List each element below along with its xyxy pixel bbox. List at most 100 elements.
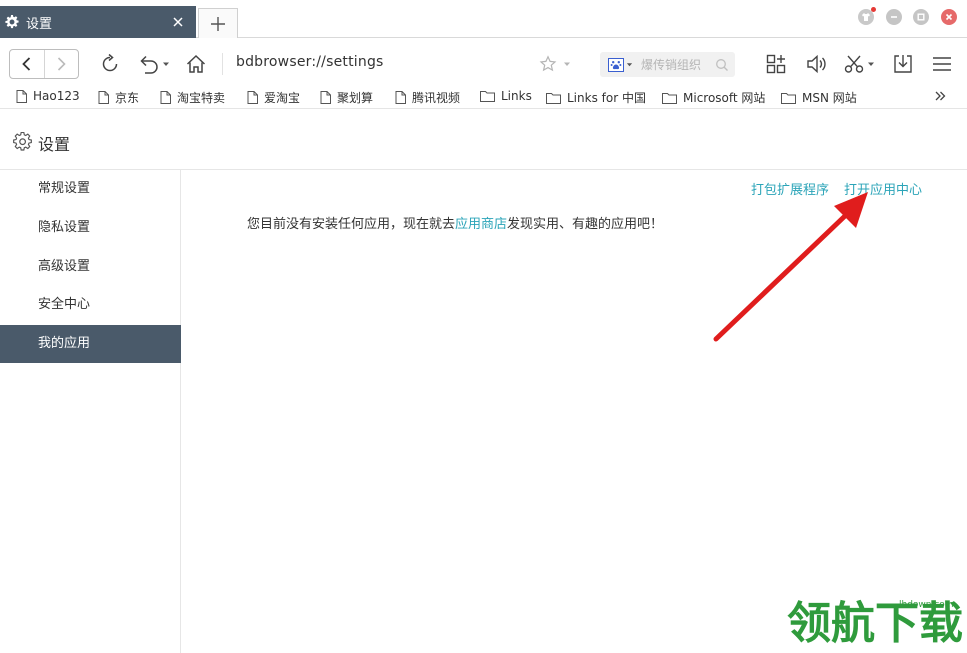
star-icon xyxy=(539,55,557,72)
apps-button[interactable] xyxy=(763,52,789,76)
shirt-icon xyxy=(862,13,870,21)
settings-header: 设置 xyxy=(0,110,967,170)
download-icon xyxy=(894,55,912,73)
bookmark-folder[interactable]: Links xyxy=(480,89,532,103)
maximize-icon xyxy=(917,13,925,21)
folder-icon xyxy=(546,92,561,104)
screenshot-button[interactable] xyxy=(841,52,877,76)
bookmark-label: 爱淘宝 xyxy=(264,91,301,105)
search-icon[interactable] xyxy=(715,58,729,72)
page-icon xyxy=(98,91,109,104)
pack-extension-link[interactable]: 打包扩展程序 xyxy=(751,179,829,198)
bookmark-item[interactable]: 聚划算 xyxy=(320,89,373,106)
bookmarks-overflow-button[interactable] xyxy=(934,90,952,102)
bookmark-item[interactable]: 爱淘宝 xyxy=(247,89,300,106)
gear-icon xyxy=(5,15,19,29)
settings-sidebar: 常规设置 隐私设置 高级设置 安全中心 我的应用 xyxy=(0,170,181,653)
download-button[interactable] xyxy=(890,52,916,76)
bookmark-label: 聚划算 xyxy=(337,91,374,105)
bookmark-item[interactable]: 淘宝特卖 xyxy=(160,89,225,106)
forward-button[interactable] xyxy=(43,50,79,78)
open-app-center-link[interactable]: 打开应用中心 xyxy=(844,179,922,198)
bookmark-folder[interactable]: Microsoft 网站 xyxy=(662,89,765,106)
gear-icon xyxy=(13,132,32,151)
minimize-button[interactable] xyxy=(886,9,902,25)
sound-button[interactable] xyxy=(803,52,829,76)
speaker-icon xyxy=(807,54,826,74)
page-icon xyxy=(160,91,171,104)
page-icon xyxy=(395,91,406,104)
caret-down-icon xyxy=(626,63,633,67)
page-icon xyxy=(247,91,258,104)
toolbar-divider xyxy=(222,53,223,75)
bookmark-label: MSN 网站 xyxy=(802,91,857,105)
scissors-icon xyxy=(844,55,864,73)
bookmark-label: Links for 中国 xyxy=(567,91,646,105)
chevron-right-icon xyxy=(58,57,66,71)
address-bar[interactable]: bdbrowser://settings xyxy=(236,54,384,70)
empty-apps-message: 您目前没有安装任何应用，现在就去应用商店发现实用、有趣的应用吧！ xyxy=(247,213,663,232)
menu-button[interactable] xyxy=(929,52,955,76)
bookmark-folder[interactable]: MSN 网站 xyxy=(781,89,857,106)
search-input[interactable] xyxy=(641,57,709,72)
close-tab-icon[interactable] xyxy=(171,15,185,29)
app-store-link[interactable]: 应用商店 xyxy=(455,217,507,232)
bookmark-star-button[interactable] xyxy=(536,52,574,76)
close-window-button[interactable] xyxy=(941,9,957,25)
folder-icon xyxy=(480,91,495,102)
bookmark-label: Links xyxy=(501,89,532,103)
bookmark-item[interactable]: 腾讯视频 xyxy=(395,89,460,106)
plus-icon xyxy=(211,16,225,31)
bookmark-label: 腾讯视频 xyxy=(412,91,461,105)
minimize-icon xyxy=(891,16,897,18)
bookmark-item[interactable]: 京东 xyxy=(98,89,139,106)
sidebar-item-privacy[interactable]: 隐私设置 xyxy=(0,209,181,247)
sidebar-item-advanced[interactable]: 高级设置 xyxy=(0,248,181,286)
page-icon xyxy=(320,91,331,104)
baidu-paw-icon[interactable] xyxy=(608,57,624,72)
double-chevron-right-icon xyxy=(935,91,946,101)
chevron-left-icon xyxy=(21,57,30,71)
bookmark-label: 淘宝特卖 xyxy=(177,91,226,105)
empty-message-suffix: 发现实用、有趣的应用吧！ xyxy=(507,217,664,232)
tab-title: 设置 xyxy=(26,16,53,32)
folder-icon xyxy=(781,92,796,104)
caret-down-icon xyxy=(163,62,169,66)
tab-strip: 设置 xyxy=(0,0,967,38)
bookmarks-bar: Hao123 京东 淘宝特卖 爱淘宝 聚划算 腾讯视频 Links Links … xyxy=(0,87,967,109)
bookmark-label: 京东 xyxy=(115,91,140,105)
caret-down-icon xyxy=(564,62,570,66)
undo-close-button[interactable] xyxy=(136,52,172,76)
hamburger-icon xyxy=(933,57,951,71)
bookmark-label: Microsoft 网站 xyxy=(683,91,766,105)
sidebar-item-security[interactable]: 安全中心 xyxy=(0,286,181,324)
bookmark-folder[interactable]: Links for 中国 xyxy=(546,89,646,106)
back-button[interactable] xyxy=(10,50,44,78)
folder-icon xyxy=(662,92,677,104)
tab-settings[interactable]: 设置 xyxy=(0,6,196,38)
sidebar-item-general[interactable]: 常规设置 xyxy=(0,170,181,208)
watermark-site: lhdown.com xyxy=(899,600,954,610)
skin-button[interactable] xyxy=(858,7,876,25)
page-icon xyxy=(16,89,27,103)
site-watermark: 领航下载 lhdown.com xyxy=(787,598,967,653)
my-apps-panel: 打包扩展程序 打开应用中心 您目前没有安装任何应用，现在就去应用商店发现实用、有… xyxy=(182,170,967,653)
new-tab-button[interactable] xyxy=(198,8,238,38)
empty-message-prefix: 您目前没有安装任何应用，现在就去 xyxy=(247,217,456,232)
caret-down-icon xyxy=(868,62,874,66)
close-icon xyxy=(945,13,953,21)
home-button[interactable] xyxy=(184,52,208,76)
home-icon xyxy=(186,54,206,73)
page-title: 设置 xyxy=(38,135,71,154)
notification-dot xyxy=(871,7,876,12)
apps-add-icon xyxy=(766,54,786,74)
refresh-icon xyxy=(102,53,118,72)
refresh-button[interactable] xyxy=(98,52,122,76)
bookmark-label: Hao123 xyxy=(33,89,80,103)
bookmark-item[interactable]: Hao123 xyxy=(16,89,80,103)
toolbar: bdbrowser://settings xyxy=(0,39,967,87)
undo-icon xyxy=(140,55,158,74)
sidebar-item-my-apps[interactable]: 我的应用 xyxy=(0,325,181,363)
nav-buttons xyxy=(9,49,79,79)
maximize-button[interactable] xyxy=(913,9,929,25)
